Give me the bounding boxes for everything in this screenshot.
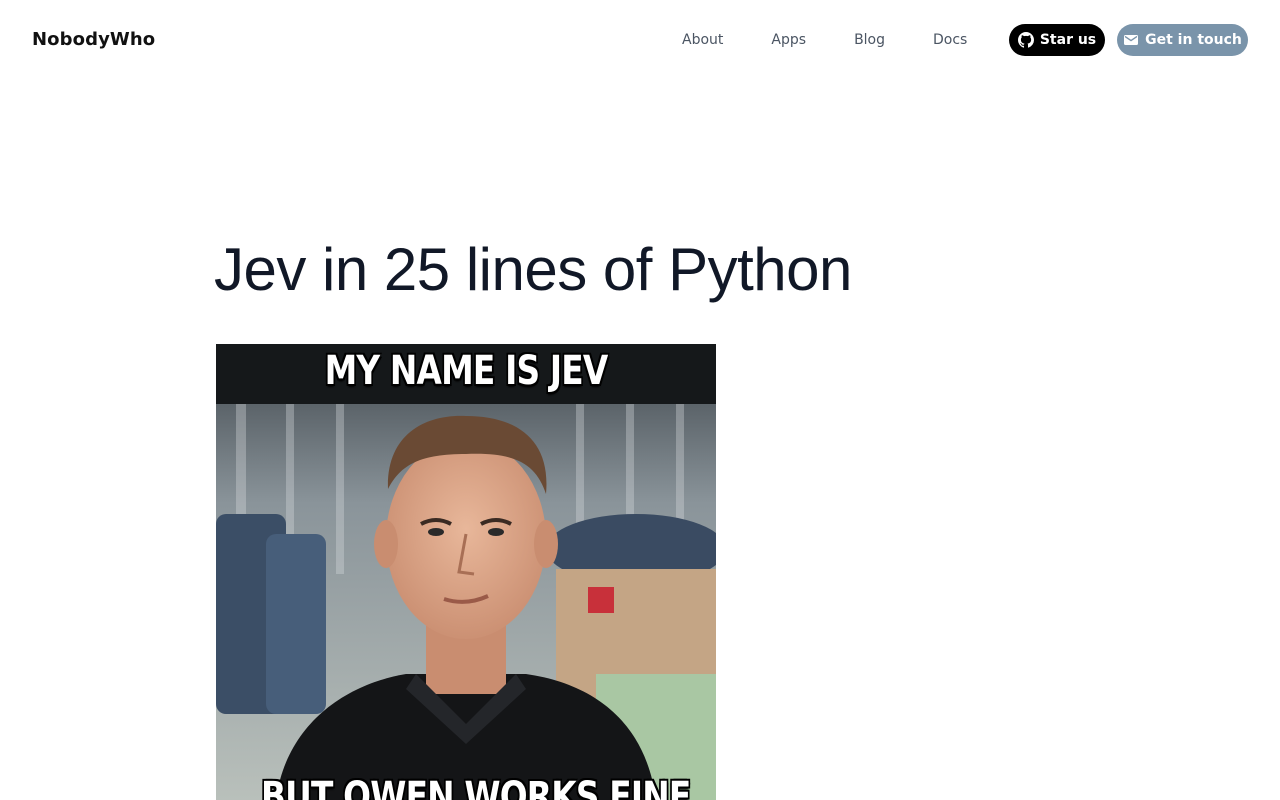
nav-link-apps[interactable]: Apps [771,30,806,50]
meme-top-caption: MY NAME IS JEV [324,348,609,394]
nav-link-about[interactable]: About [682,30,723,50]
nav-link-docs[interactable]: Docs [933,30,967,50]
article-title: Jev in 25 lines of Python [214,236,852,303]
mail-icon [1123,32,1139,48]
top-navigation-bar: NobodyWho About Apps Blog Docs Star us G… [0,0,1280,80]
main-nav: About Apps Blog Docs [682,30,967,50]
meme-bottom-caption: BUT QWEN WORKS FINE [261,774,691,800]
meme-photo-illustration [216,344,716,800]
nav-link-blog[interactable]: Blog [854,30,885,50]
star-us-label: Star us [1039,32,1097,48]
meme-image: MY NAME IS JEV BUT QWEN WORKS FINE [216,344,716,800]
github-icon [1017,32,1034,48]
get-in-touch-label: Get in touch [1145,32,1242,48]
star-us-button[interactable]: Star us [1009,24,1105,56]
get-in-touch-button[interactable]: Get in touch [1117,24,1248,56]
brand-logo-link[interactable]: NobodyWho [32,28,155,52]
